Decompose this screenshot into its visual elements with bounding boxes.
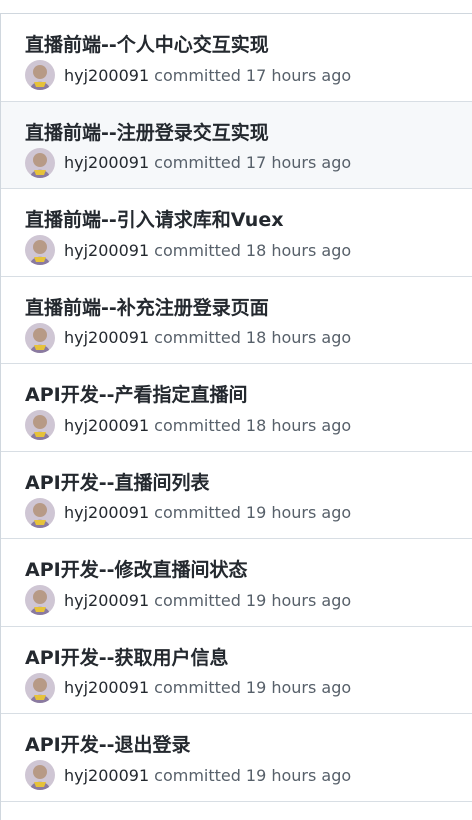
commit-meta: hyj200091 committed 17 hours ago — [25, 60, 351, 90]
commit-item: API开发--退出登录 hyj200091 committed 19 hours… — [1, 714, 472, 802]
commit-verb: committed — [154, 415, 241, 435]
commit-time: 17 hours ago — [245, 65, 352, 85]
commit-time: 18 hours ago — [245, 240, 352, 260]
commit-title-link[interactable]: API开发--获取用户信息 — [25, 643, 228, 670]
commit-title-link[interactable]: 直播前端--注册登录交互实现 — [25, 118, 269, 145]
commit-author[interactable]: hyj200091 — [64, 66, 149, 85]
commit-verb: committed — [154, 678, 241, 697]
avatar-icon[interactable] — [25, 672, 55, 703]
commit-item: API开发--直播间列表 hyj200091 committed 19 hour… — [1, 452, 472, 539]
commit-item: API开发--获取用户信息 hyj200091 committed 19 hou… — [1, 627, 472, 714]
commit-title-link[interactable]: API开发--修改直播间状态 — [25, 555, 247, 582]
commit-time: 18 hours ago — [245, 328, 352, 347]
commit-verb: committed — [154, 503, 241, 522]
commit-time: 18 hours ago — [245, 415, 352, 435]
commit-author[interactable]: hyj200091 — [64, 591, 149, 610]
commit-meta: hyj200091 committed 18 hours ago — [25, 322, 352, 353]
commit-time: 19 hours ago — [245, 765, 352, 785]
avatar-icon[interactable] — [25, 322, 55, 353]
commit-item: 直播前端--补充注册登录页面 hyj200091 committed 18 ho… — [1, 277, 472, 364]
commit-title-link[interactable]: API开发--退出登录 — [25, 730, 190, 757]
commit-author[interactable]: hyj200091 — [64, 503, 149, 522]
avatar-icon[interactable] — [25, 497, 55, 528]
commit-title-link[interactable]: API开发--产看指定直播间 — [25, 380, 247, 407]
commit-verb: committed — [154, 765, 241, 785]
commit-verb: committed — [154, 240, 241, 260]
commit-item: API开发--产看指定直播间 hyj200091 committed 18 ho… — [1, 364, 472, 452]
commit-author[interactable]: hyj200091 — [64, 328, 149, 347]
commit-author[interactable]: hyj200091 — [64, 241, 149, 260]
commit-meta: hyj200091 committed 17 hours ago — [25, 147, 352, 178]
commit-list: 直播前端--个人中心交互实现 hyj200091 committed 17 ho… — [0, 13, 472, 820]
commit-title-link[interactable]: 直播前端--引入请求库和Vuex — [25, 205, 283, 232]
commit-time: 17 hours ago — [245, 153, 352, 172]
commit-verb: committed — [154, 328, 241, 347]
commit-item: 直播前端--注册登录交互实现 hyj200091 committed 17 ho… — [1, 101, 472, 189]
avatar-icon[interactable] — [25, 410, 55, 440]
commit-meta: hyj200091 committed 19 hours ago — [25, 497, 352, 528]
commit-title-link[interactable]: 直播前端--补充注册登录页面 — [25, 293, 269, 320]
commit-meta: hyj200091 committed 18 hours ago — [25, 235, 351, 265]
commit-meta: hyj200091 committed 19 hours ago — [25, 760, 351, 790]
avatar-icon[interactable] — [25, 235, 55, 265]
commit-item: 直播前端--引入请求库和Vuex hyj200091 committed 18 … — [1, 189, 472, 277]
commit-time: 19 hours ago — [245, 678, 352, 697]
avatar-icon[interactable] — [25, 760, 55, 790]
commit-verb: committed — [154, 65, 241, 85]
commit-item: 直播前端--个人中心交互实现 hyj200091 committed 17 ho… — [1, 14, 472, 102]
commit-meta: hyj200091 committed 19 hours ago — [25, 585, 351, 615]
commit-meta: hyj200091 committed 18 hours ago — [25, 410, 351, 440]
commit-time: 19 hours ago — [245, 503, 352, 522]
avatar-icon[interactable] — [25, 147, 55, 178]
commit-time: 19 hours ago — [245, 590, 352, 610]
commit-author[interactable]: hyj200091 — [64, 678, 149, 697]
commit-author[interactable]: hyj200091 — [64, 766, 149, 785]
commit-verb: committed — [154, 153, 241, 172]
commit-title-link[interactable]: 直播前端--个人中心交互实现 — [25, 30, 269, 57]
avatar-icon[interactable] — [25, 60, 55, 90]
commit-author[interactable]: hyj200091 — [64, 416, 149, 435]
commit-meta: hyj200091 committed 19 hours ago — [25, 672, 352, 703]
commit-verb: committed — [154, 590, 241, 610]
commit-author[interactable]: hyj200091 — [64, 153, 149, 172]
commit-title-link[interactable]: API开发--直播间列表 — [25, 468, 209, 495]
avatar-icon[interactable] — [25, 585, 55, 615]
commit-item: API开发--修改直播间状态 hyj200091 committed 19 ho… — [1, 539, 472, 627]
